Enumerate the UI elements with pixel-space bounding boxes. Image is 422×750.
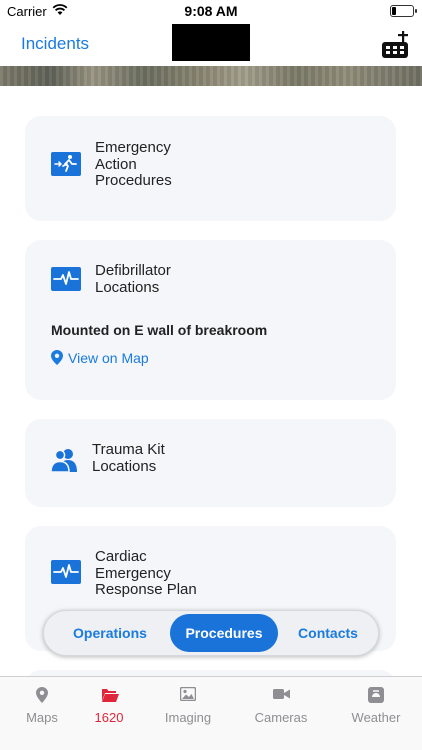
users-icon: [50, 448, 81, 473]
card-title: Trauma Kit Locations: [92, 441, 165, 475]
segment-contacts[interactable]: Contacts: [284, 614, 372, 652]
map-pin-icon: [34, 687, 50, 703]
tab-label: Imaging: [164, 710, 212, 725]
navigation-bar: Incidents: [0, 22, 422, 66]
incidents-back-button[interactable]: Incidents: [21, 34, 89, 54]
tab-bar: Maps 1620 Imaging Cameras Weather: [0, 676, 422, 750]
heartbeat-icon: [51, 560, 81, 584]
defibrillator-location-detail: Mounted on E wall of breakroom: [51, 322, 268, 338]
card-emergency-action-procedures[interactable]: Emergency Action Procedures: [25, 116, 396, 221]
video-camera-icon: [273, 687, 290, 703]
redacted-logo: [172, 24, 250, 61]
map-preview-strip[interactable]: [0, 66, 422, 86]
card-title: Cardiac Emergency Response Plan: [95, 548, 197, 598]
status-time: 9:08 AM: [184, 3, 238, 19]
map-pin-icon: [51, 350, 68, 366]
segment-procedures[interactable]: Procedures: [170, 614, 278, 652]
procedures-list[interactable]: Emergency Action Procedures Defibrillato…: [0, 86, 422, 676]
view-on-map-label: View on Map: [68, 350, 149, 366]
tab-label: Cameras: [254, 710, 308, 725]
card-defibrillator-locations[interactable]: Defibrillator Locations Mounted on E wal…: [25, 240, 396, 400]
emergency-exit-icon: [51, 152, 81, 176]
status-bar: Carrier 9:08 AM: [0, 0, 422, 22]
section-segmented-control: Operations Procedures Contacts: [43, 610, 379, 656]
segment-operations[interactable]: Operations: [54, 614, 166, 652]
weather-icon: [368, 687, 384, 703]
folder-open-icon: [101, 687, 119, 703]
card-title: Defibrillator Locations: [95, 262, 171, 296]
card-trauma-kit-locations[interactable]: Trauma Kit Locations: [25, 419, 396, 507]
heartbeat-icon: [51, 267, 81, 291]
image-icon: [179, 686, 197, 703]
battery-icon: [390, 5, 417, 17]
view-on-map-link[interactable]: View on Map: [51, 350, 149, 366]
tab-label: Weather: [351, 710, 401, 725]
tab-label: 1620: [94, 710, 124, 725]
card-title: Emergency Action Procedures: [95, 139, 172, 189]
radio-icon[interactable]: [380, 28, 410, 60]
